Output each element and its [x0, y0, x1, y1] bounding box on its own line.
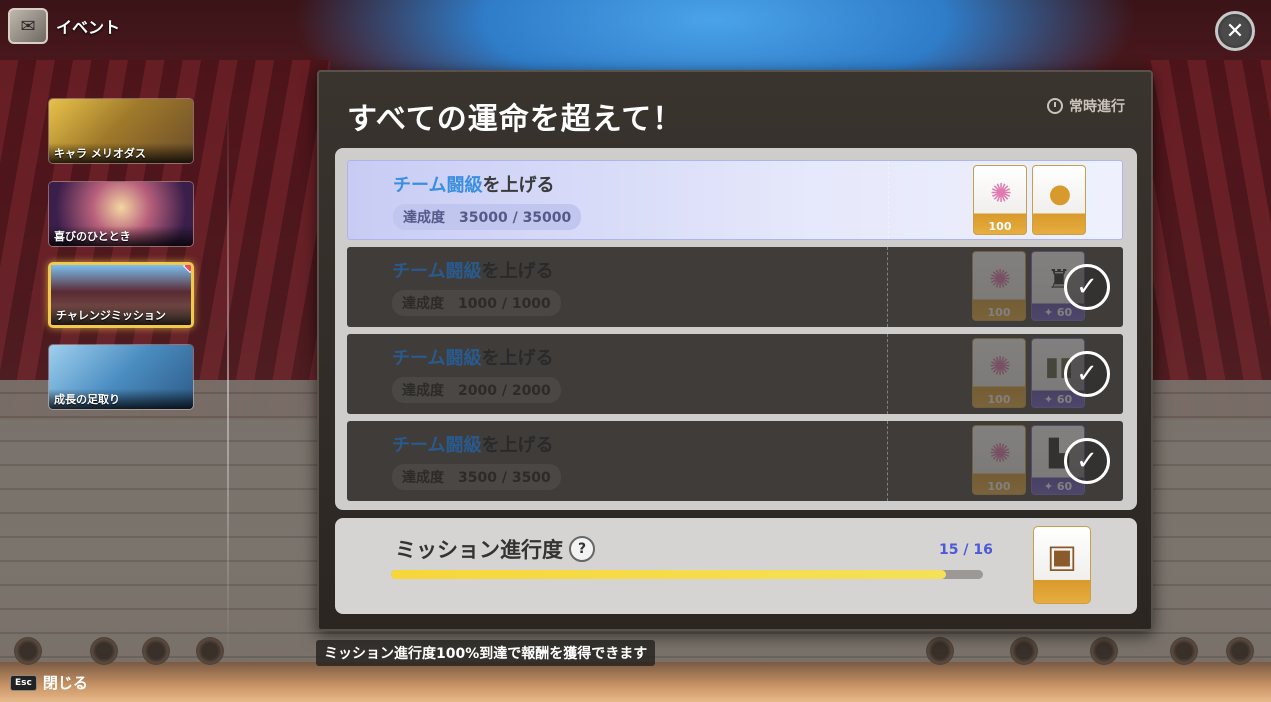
- reward-item[interactable]: ●: [1032, 165, 1086, 235]
- close-button[interactable]: ✕: [1215, 11, 1255, 51]
- sidebar-item-label: 成長の足取り: [49, 389, 193, 409]
- mission-title-highlight: チーム闘級: [392, 435, 482, 456]
- stopwatch-icon: [1047, 98, 1063, 114]
- mission-progress-label: 達成度: [403, 210, 445, 226]
- completed-check-icon: ✓: [1064, 351, 1110, 397]
- close-icon: ✕: [1225, 18, 1245, 44]
- completed-check-icon: ✓: [1064, 264, 1110, 310]
- star-orb-icon: ✺: [990, 179, 1012, 209]
- event-status-label: 常時進行: [1069, 99, 1125, 115]
- mission-title: チーム闘級を上げる: [393, 171, 554, 197]
- event-icon: ✉: [8, 8, 48, 44]
- drum-decoration: [14, 637, 42, 665]
- mission-title: チーム闘級を上げる: [392, 344, 553, 370]
- progress-hint: ミッション進行度100%到達で報酬を獲得できます: [316, 640, 656, 666]
- mission-panel: すべての運命を超えて！ 常時進行 チーム闘級を上げる 達成度 35000 / 3…: [317, 70, 1153, 631]
- drum-decoration: [1226, 637, 1254, 665]
- mission-title-text: を上げる: [481, 435, 554, 456]
- completed-check-icon: ✓: [1064, 438, 1110, 484]
- mission-row: チーム闘級を上げる 達成度 3500 / 3500 ✺ 100 ▙ ✦ 60 ✓: [347, 421, 1123, 501]
- mission-progress: 達成度 2000 / 2000: [392, 377, 561, 403]
- mission-progress-value: 3500 / 3500: [458, 470, 551, 486]
- panel-title: すべての運命を超えて！: [347, 102, 684, 137]
- reward-item[interactable]: ✺ 100: [972, 425, 1026, 495]
- mission-progress-value: 2000 / 2000: [458, 383, 551, 399]
- mission-progress-value: 1000 / 1000: [458, 296, 551, 312]
- reward-qty: 100: [987, 393, 1011, 406]
- sidebar-item-label: 喜びのひととき: [49, 226, 193, 246]
- mission-progress-title: ミッション進行度 ?: [395, 534, 595, 564]
- mission-progress-bar: [391, 570, 983, 579]
- sidebar-item-label: キャラ メリオダス: [49, 143, 193, 163]
- event-status: 常時進行: [1047, 96, 1125, 116]
- reward-qty: ✦ 60: [1043, 306, 1073, 319]
- mission-row[interactable]: チーム闘級を上げる 達成度 35000 / 35000 ✺ 100 ●: [347, 160, 1123, 240]
- arena-floor-decoration: [0, 662, 1271, 702]
- reward-item[interactable]: ✺ 100: [973, 165, 1027, 235]
- sidebar-item-joy[interactable]: 喜びのひととき: [48, 181, 194, 247]
- drum-decoration: [1010, 637, 1038, 665]
- drum-decoration: [142, 637, 170, 665]
- reward-qty: ✦ 60: [1043, 480, 1073, 493]
- sidebar-divider: [227, 98, 229, 658]
- sidebar-item-meliodas[interactable]: キャラ メリオダス: [48, 98, 194, 164]
- mission-progress-count: 15 / 16: [939, 542, 993, 558]
- mission-progress-label: 達成度: [402, 383, 444, 399]
- star-orb-icon: ✺: [989, 439, 1011, 469]
- reward-qty: ✦ 60: [1043, 393, 1073, 406]
- mission-progress-value: 35000 / 35000: [459, 210, 572, 226]
- drum-decoration: [1090, 637, 1118, 665]
- help-icon[interactable]: ?: [569, 536, 595, 562]
- gold-medal-icon: ●: [1048, 179, 1072, 209]
- mission-title-text: を上げる: [482, 175, 555, 196]
- mission-title: チーム闘級を上げる: [392, 431, 553, 457]
- drum-decoration: [1170, 637, 1198, 665]
- mission-progress-label: 達成度: [402, 470, 444, 486]
- drum-decoration: [90, 637, 118, 665]
- star-orb-icon: ✺: [989, 265, 1011, 295]
- close-shortcut[interactable]: Esc 閉じる: [10, 672, 88, 693]
- mission-progress-fill: [391, 570, 946, 579]
- screen-title: イベント: [56, 18, 121, 37]
- mission-progress-label: 達成度: [402, 296, 444, 312]
- reward-qty: 100: [988, 220, 1012, 233]
- sidebar-item-growth[interactable]: 成長の足取り: [48, 344, 194, 410]
- mission-title-text: を上げる: [481, 348, 554, 369]
- reward-qty: 100: [987, 306, 1011, 319]
- mission-progress: 達成度 1000 / 1000: [392, 290, 561, 316]
- mission-title: チーム闘級を上げる: [392, 257, 553, 283]
- progress-reward[interactable]: ▣: [1033, 526, 1091, 604]
- mission-title-highlight: チーム闘級: [392, 348, 482, 369]
- screen-header: ✉ イベント: [8, 8, 120, 44]
- mission-list: チーム闘級を上げる 達成度 35000 / 35000 ✺ 100 ● チーム闘…: [335, 148, 1137, 510]
- mission-progress-label: ミッション進行度: [395, 538, 563, 562]
- mission-title-highlight: チーム闘級: [392, 261, 482, 282]
- mission-row: チーム闘級を上げる 達成度 1000 / 1000 ✺ 100 ♜ ✦ 60 ✓: [347, 247, 1123, 327]
- drum-decoration: [196, 637, 224, 665]
- mission-progress: 達成度 3500 / 3500: [392, 464, 561, 490]
- reward-qty: 100: [987, 480, 1011, 493]
- close-label: 閉じる: [42, 674, 88, 692]
- curtain-right-decoration: [1141, 60, 1271, 420]
- reward-item[interactable]: ✺ 100: [972, 251, 1026, 321]
- mission-title-text: を上げる: [481, 261, 554, 282]
- reward-item[interactable]: ✺ 100: [972, 338, 1026, 408]
- star-orb-icon: ✺: [989, 352, 1011, 382]
- sidebar-item-challenge[interactable]: チャレンジミッション: [48, 262, 194, 328]
- mission-progress: 達成度 35000 / 35000: [393, 204, 582, 230]
- treasure-chest-icon: ▣: [1046, 537, 1078, 575]
- esc-key-icon: Esc: [10, 674, 37, 691]
- sidebar-item-label: チャレンジミッション: [51, 305, 191, 325]
- mission-progress-section: ミッション進行度 ? 15 / 16 ▣: [335, 518, 1137, 614]
- drum-decoration: [926, 637, 954, 665]
- mission-row: チーム闘級を上げる 達成度 2000 / 2000 ✺ 100 ▮▮ ✦ 60 …: [347, 334, 1123, 414]
- mission-title-highlight: チーム闘級: [393, 175, 483, 196]
